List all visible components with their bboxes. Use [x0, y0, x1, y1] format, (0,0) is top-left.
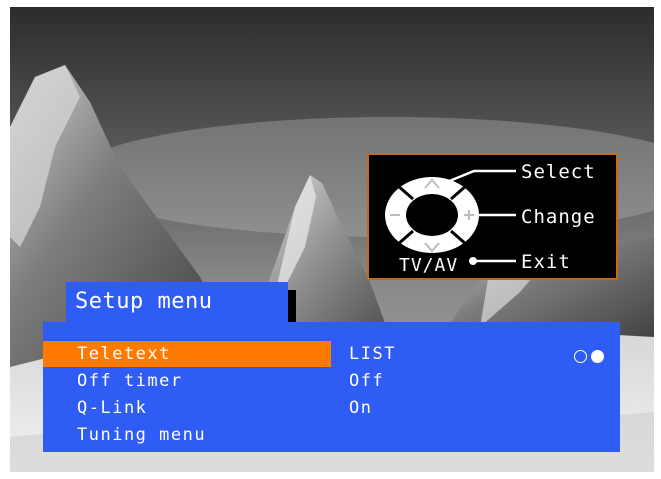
menu-item-teletext[interactable]: Teletext LIST — [43, 341, 620, 367]
menu-item-label: Off timer — [77, 371, 183, 391]
menu-item-value: LIST — [349, 344, 396, 364]
menu-item-off-timer[interactable]: Off timer Off — [43, 368, 620, 394]
menu-title: Setup menu — [75, 289, 213, 314]
change-label: Change — [521, 206, 596, 228]
tv-screen: Select Change Exit TV/AV Setup menu Tele… — [10, 7, 654, 472]
exit-label: Exit — [521, 251, 571, 273]
select-label: Select — [521, 161, 596, 183]
menu-item-label: Teletext — [77, 344, 171, 364]
setup-menu-panel: Teletext LIST Off timer Off Q-Link On Tu… — [43, 322, 620, 452]
menu-item-label: Tuning menu — [77, 425, 207, 445]
page-indicator — [570, 346, 604, 365]
menu-title-box: Setup menu — [66, 282, 288, 322]
page-dot-icon — [574, 350, 587, 363]
select-leader-line — [446, 169, 516, 184]
tvav-label: TV/AV — [399, 255, 459, 276]
menu-item-q-link[interactable]: Q-Link On — [43, 395, 620, 421]
current-page-dot-icon — [591, 350, 604, 363]
menu-item-label: Q-Link — [77, 398, 148, 418]
menu-item-value: Off — [349, 371, 385, 391]
menu-item-value: On — [349, 398, 373, 418]
remote-help-panel: Select Change Exit TV/AV — [367, 153, 618, 280]
menu-item-tuning-menu[interactable]: Tuning menu — [43, 422, 620, 448]
tvav-button-dot-icon — [469, 257, 477, 265]
